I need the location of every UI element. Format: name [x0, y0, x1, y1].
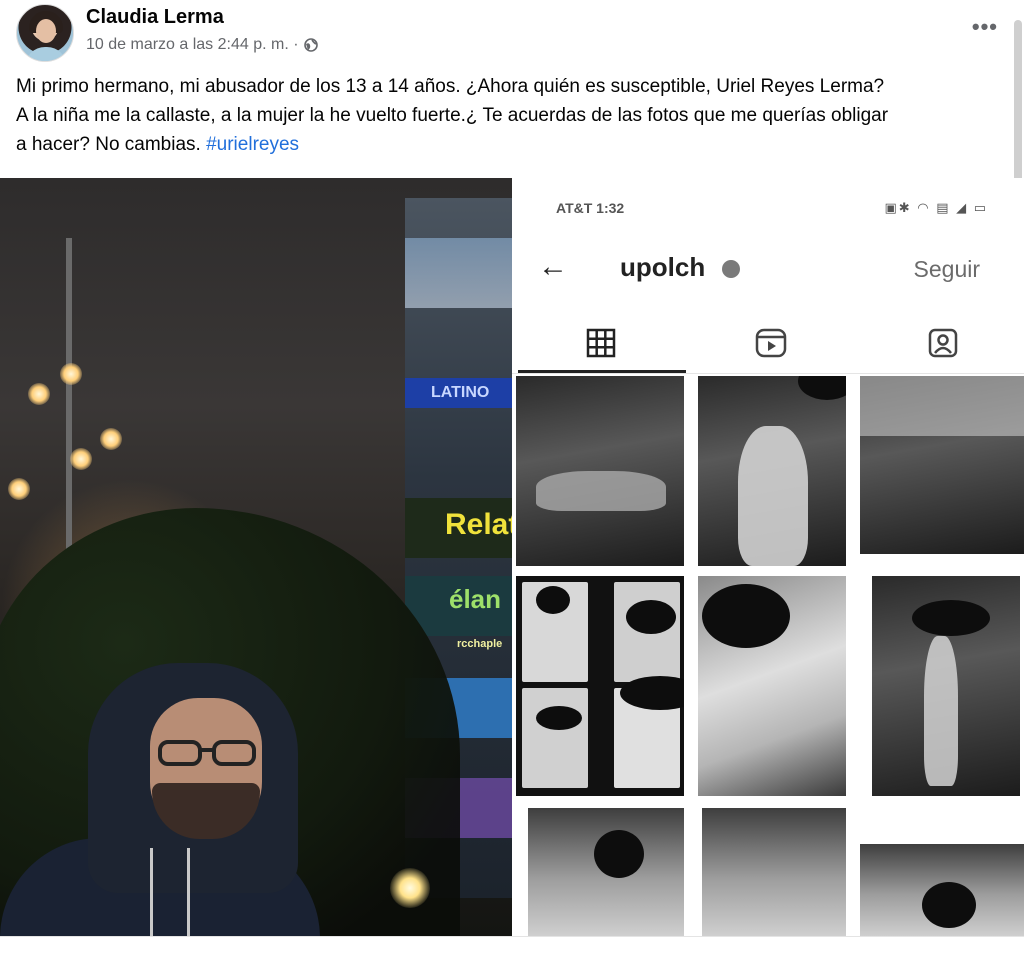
post-timestamp[interactable]: 10 de marzo a las 2:44 p. m. · — [86, 36, 299, 54]
profile-handle: upolch — [620, 252, 706, 282]
grid-photo[interactable] — [516, 376, 684, 566]
author-name[interactable]: Claudia Lerma — [86, 6, 224, 29]
post-photo-left[interactable]: LATINO Relat élan rcchaple — [0, 178, 512, 936]
grid-photo[interactable] — [698, 576, 846, 796]
grid-photo[interactable] — [860, 376, 1024, 554]
grid-photo[interactable] — [702, 808, 846, 936]
globe-icon — [303, 38, 318, 52]
post-text-line-1: Mi primo hermano, mi abusador de los 13 … — [16, 76, 885, 97]
hashtag-link[interactable]: #urielreyes — [206, 134, 299, 155]
status-bar-time: AT&T 1:32 — [556, 200, 625, 216]
post-photo-right[interactable]: AT&T 1:32 ▣✱ ◠ ▤ ◢ ▭ ← upolch Seguir — [512, 178, 1024, 936]
grid-photo[interactable] — [698, 376, 846, 566]
tower-sign: élan — [449, 584, 502, 614]
author-avatar[interactable] — [16, 4, 74, 62]
grid-photo[interactable] — [872, 576, 1020, 796]
more-options-icon[interactable]: ••• — [972, 14, 998, 40]
tower-sign: LATINO — [431, 384, 490, 401]
active-tab-indicator — [518, 370, 686, 373]
tower-sign: Relat — [445, 508, 512, 541]
facebook-post: Claudia Lerma 10 de marzo a las 2:44 p. … — [0, 0, 1024, 956]
verified-badge-icon — [722, 260, 740, 278]
post-text-line-2: A la niña me la callaste, a la mujer la … — [16, 105, 889, 126]
post-footer-divider — [0, 936, 1024, 956]
post-meta: 10 de marzo a las 2:44 p. m. · — [86, 36, 318, 54]
profile-tabs — [512, 318, 1024, 374]
tagged-icon[interactable] — [926, 326, 960, 360]
reels-icon[interactable] — [754, 326, 788, 360]
follow-button[interactable]: Seguir — [914, 256, 980, 283]
tower-sign: rcchaple — [457, 638, 503, 650]
post-text: Mi primo hermano, mi abusador de los 13 … — [16, 72, 1016, 159]
back-arrow-icon[interactable]: ← — [538, 250, 568, 284]
man-in-hoodie — [0, 658, 320, 936]
status-bar-icons: ▣✱ ◠ ▤ ◢ ▭ — [884, 200, 988, 215]
grid-photo[interactable] — [528, 808, 684, 936]
post-text-line-3: a hacer? No cambias. #urielreyes — [16, 134, 300, 155]
grid-icon[interactable] — [584, 326, 618, 360]
grid-photo[interactable] — [860, 844, 1024, 936]
grid-photo[interactable] — [516, 576, 684, 796]
